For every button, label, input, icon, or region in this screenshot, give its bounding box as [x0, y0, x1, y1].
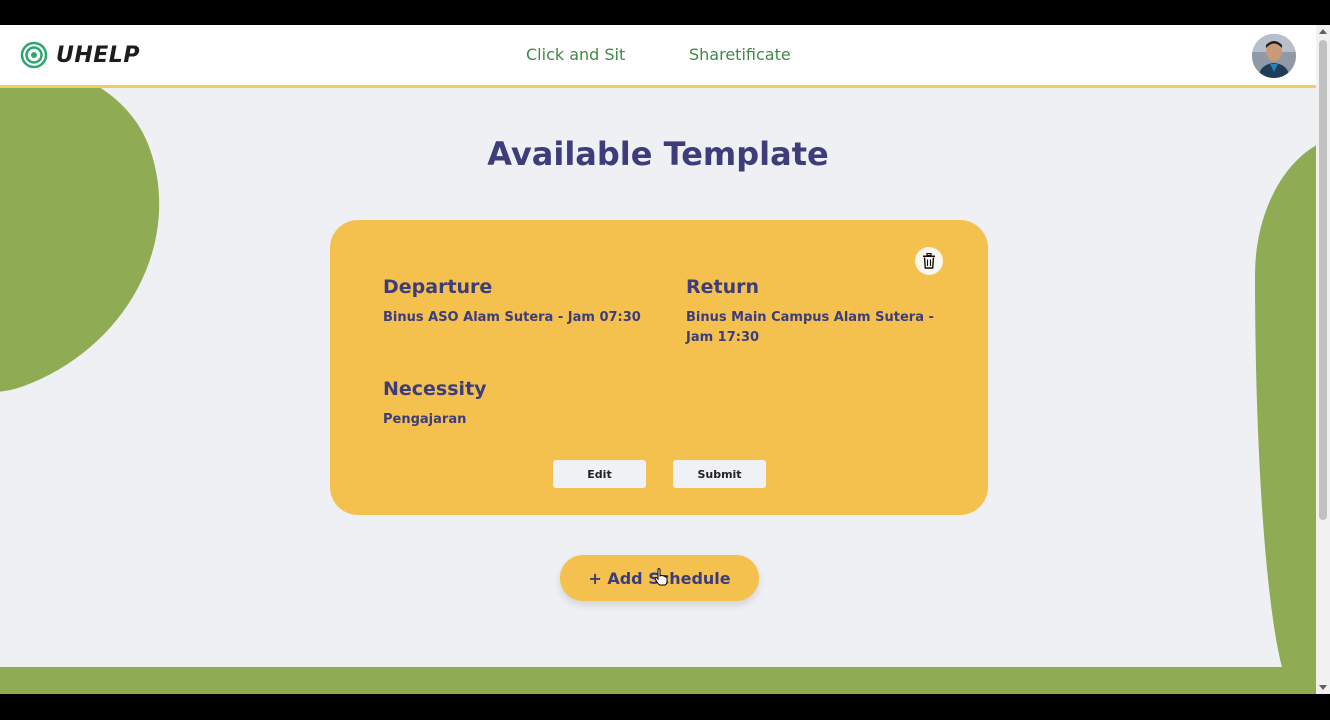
- top-navbar: UHELP Click and Sit Sharetificate: [0, 25, 1316, 88]
- brand-logo[interactable]: UHELP: [20, 41, 140, 69]
- uhelp-logo-icon: [20, 41, 48, 69]
- nav-link-click-and-sit[interactable]: Click and Sit: [526, 45, 625, 64]
- edit-button[interactable]: Edit: [553, 460, 646, 488]
- return-label: Return: [686, 276, 760, 298]
- brand-name: UHELP: [56, 42, 140, 68]
- departure-label: Departure: [383, 276, 493, 298]
- necessity-field: Necessity Pengajaran: [383, 378, 643, 430]
- page-title: Available Template: [487, 135, 829, 173]
- departure-field: Departure Binus ASO Alam Sutera - Jam 07…: [383, 276, 643, 328]
- avatar-photo: [1252, 34, 1296, 78]
- scroll-thumb[interactable]: [1319, 40, 1327, 520]
- submit-button[interactable]: Submit: [673, 460, 766, 488]
- departure-value: Binus ASO Alam Sutera - Jam 07:30: [383, 310, 641, 325]
- page-scrollbar[interactable]: [1316, 25, 1330, 694]
- delete-template-button[interactable]: [915, 247, 943, 275]
- scroll-down-arrow-icon[interactable]: [1319, 685, 1327, 690]
- app-window: UHELP Click and Sit Sharetificate Availa…: [0, 25, 1330, 694]
- footer-strip: [0, 667, 1316, 694]
- scroll-up-arrow-icon[interactable]: [1319, 29, 1327, 34]
- trash-icon: [923, 253, 935, 269]
- nav-link-sharetificate[interactable]: Sharetificate: [689, 45, 791, 64]
- return-value: Binus Main Campus Alam Sutera - Jam 17:3…: [686, 310, 934, 345]
- return-field: Return Binus Main Campus Alam Sutera - J…: [686, 276, 936, 348]
- template-card: Departure Binus ASO Alam Sutera - Jam 07…: [330, 220, 988, 515]
- necessity-label: Necessity: [383, 378, 487, 400]
- hand-pointer-cursor-icon: [654, 568, 668, 586]
- necessity-value: Pengajaran: [383, 412, 467, 427]
- user-avatar[interactable]: [1252, 34, 1296, 78]
